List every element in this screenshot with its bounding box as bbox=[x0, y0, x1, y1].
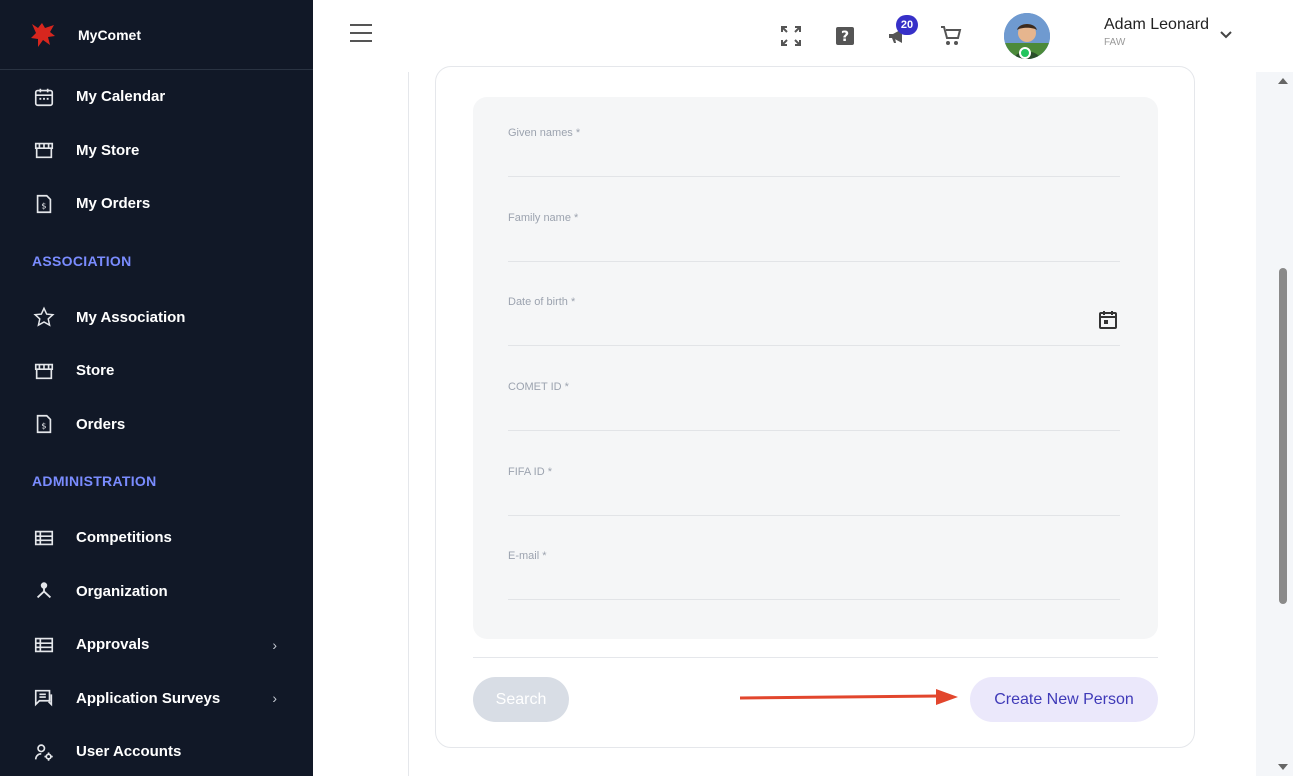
scroll-thumb[interactable] bbox=[1279, 268, 1287, 604]
scrollbar[interactable] bbox=[1272, 72, 1293, 776]
family-name-input[interactable] bbox=[508, 232, 1078, 248]
search-button[interactable]: Search bbox=[473, 677, 569, 722]
notifications-badge: 20 bbox=[896, 15, 918, 35]
field-label: Given names * bbox=[508, 127, 581, 139]
sidebar-item-store[interactable]: Store bbox=[0, 344, 313, 398]
comet-id-field[interactable]: COMET ID * bbox=[508, 351, 1120, 431]
svg-text:$: $ bbox=[41, 200, 46, 210]
date-of-birth-field[interactable]: Date of birth * bbox=[508, 266, 1120, 346]
notifications-button[interactable]: 20 bbox=[886, 15, 918, 48]
help-icon[interactable]: ? bbox=[833, 24, 857, 48]
user-gear-icon bbox=[32, 740, 56, 764]
sidebar-item-label: My Orders bbox=[76, 195, 151, 213]
sidebar-item-my-association[interactable]: My Association bbox=[0, 291, 313, 345]
online-status-dot bbox=[1019, 47, 1031, 59]
sidebar-item-label: My Association bbox=[76, 308, 186, 326]
sidebar-item-label: My Calendar bbox=[76, 88, 166, 106]
email-field[interactable]: E-mail * bbox=[508, 520, 1120, 600]
cart-icon[interactable] bbox=[939, 24, 963, 48]
user-org: FAW bbox=[1104, 37, 1126, 48]
scroll-down-icon[interactable] bbox=[1278, 764, 1288, 770]
menu-toggle-icon[interactable] bbox=[350, 24, 372, 44]
gutter bbox=[1256, 72, 1272, 776]
sidebar-item-label: Organization bbox=[76, 582, 168, 600]
star-icon bbox=[32, 305, 56, 329]
sidebar-item-application-surveys[interactable]: Application Surveys › bbox=[0, 672, 313, 726]
given-names-field[interactable]: Given names * bbox=[508, 97, 1120, 177]
fifa-id-input[interactable] bbox=[508, 486, 1078, 502]
comet-id-input[interactable] bbox=[508, 401, 1078, 417]
field-label: Date of birth * bbox=[508, 296, 576, 308]
invoice-icon: $ bbox=[32, 192, 56, 216]
fifa-id-field[interactable]: FIFA ID * bbox=[508, 436, 1120, 516]
email-input[interactable] bbox=[508, 570, 1078, 586]
sidebar-item-approvals[interactable]: Approvals › bbox=[0, 618, 313, 672]
given-names-input[interactable] bbox=[508, 147, 1078, 163]
sidebar-item-competitions[interactable]: Competitions bbox=[0, 511, 313, 565]
section-title-association: ASSOCIATION bbox=[32, 252, 132, 269]
divider bbox=[408, 72, 409, 776]
scroll-up-icon[interactable] bbox=[1278, 78, 1288, 84]
calendar-icon[interactable] bbox=[1096, 308, 1120, 332]
sidebar-item-label: User Accounts bbox=[76, 743, 182, 761]
field-label: Family name * bbox=[508, 212, 579, 224]
calendar-icon bbox=[32, 85, 56, 109]
sidebar-item-orders[interactable]: $ Orders bbox=[0, 398, 313, 452]
field-label: COMET ID * bbox=[508, 381, 569, 393]
annotation-arrow-icon bbox=[740, 689, 958, 705]
chevron-right-icon: › bbox=[272, 636, 277, 653]
family-name-field[interactable]: Family name * bbox=[508, 182, 1120, 262]
store-icon bbox=[32, 138, 56, 162]
create-new-person-button[interactable]: Create New Person bbox=[970, 677, 1158, 722]
sidebar-item-my-calendar[interactable]: My Calendar bbox=[0, 70, 313, 124]
topbar: ? 20 Adam Leonard FAW bbox=[313, 0, 1293, 72]
form-divider bbox=[473, 657, 1158, 658]
dragon-logo-icon bbox=[31, 22, 55, 47]
section-title-administration: ADMINISTRATION bbox=[32, 473, 157, 489]
date-of-birth-input[interactable] bbox=[508, 316, 1078, 332]
person-search-form: Given names * Family name * Date of birt… bbox=[473, 97, 1158, 639]
chevron-down-icon[interactable] bbox=[1218, 26, 1234, 42]
sidebar-item-label: Application Surveys bbox=[76, 689, 221, 707]
invoice-icon: $ bbox=[32, 412, 56, 436]
field-label: E-mail * bbox=[508, 550, 547, 562]
svg-text:$: $ bbox=[41, 421, 46, 431]
sidebar: MyComet My Calendar My Store $ My Orders… bbox=[0, 0, 313, 776]
store-icon bbox=[32, 359, 56, 383]
sidebar-item-user-accounts[interactable]: User Accounts bbox=[0, 725, 313, 776]
person-search-card: Given names * Family name * Date of birt… bbox=[435, 66, 1195, 748]
sidebar-item-label: Approvals bbox=[76, 636, 150, 654]
sidebar-item-label: My Store bbox=[76, 141, 140, 159]
field-label: FIFA ID * bbox=[508, 466, 553, 478]
fullscreen-icon[interactable] bbox=[779, 24, 803, 48]
brand-name: MyComet bbox=[78, 26, 142, 43]
sidebar-item-my-store[interactable]: My Store bbox=[0, 124, 313, 178]
chevron-right-icon: › bbox=[272, 690, 277, 707]
sidebar-item-label: Orders bbox=[76, 415, 126, 433]
hierarchy-icon bbox=[32, 579, 56, 603]
sidebar-item-label: Competitions bbox=[76, 529, 172, 547]
list-icon bbox=[32, 633, 56, 657]
svg-text:?: ? bbox=[841, 29, 849, 45]
sidebar-item-organization[interactable]: Organization bbox=[0, 565, 313, 619]
list-icon bbox=[32, 526, 56, 550]
main-content: Given names * Family name * Date of birt… bbox=[313, 66, 1256, 776]
user-name: Adam Leonard bbox=[1104, 16, 1209, 33]
sidebar-item-my-orders[interactable]: $ My Orders bbox=[0, 177, 313, 231]
chat-icon bbox=[32, 686, 56, 710]
brand[interactable]: MyComet bbox=[0, 0, 313, 70]
sidebar-item-label: Store bbox=[76, 362, 115, 380]
